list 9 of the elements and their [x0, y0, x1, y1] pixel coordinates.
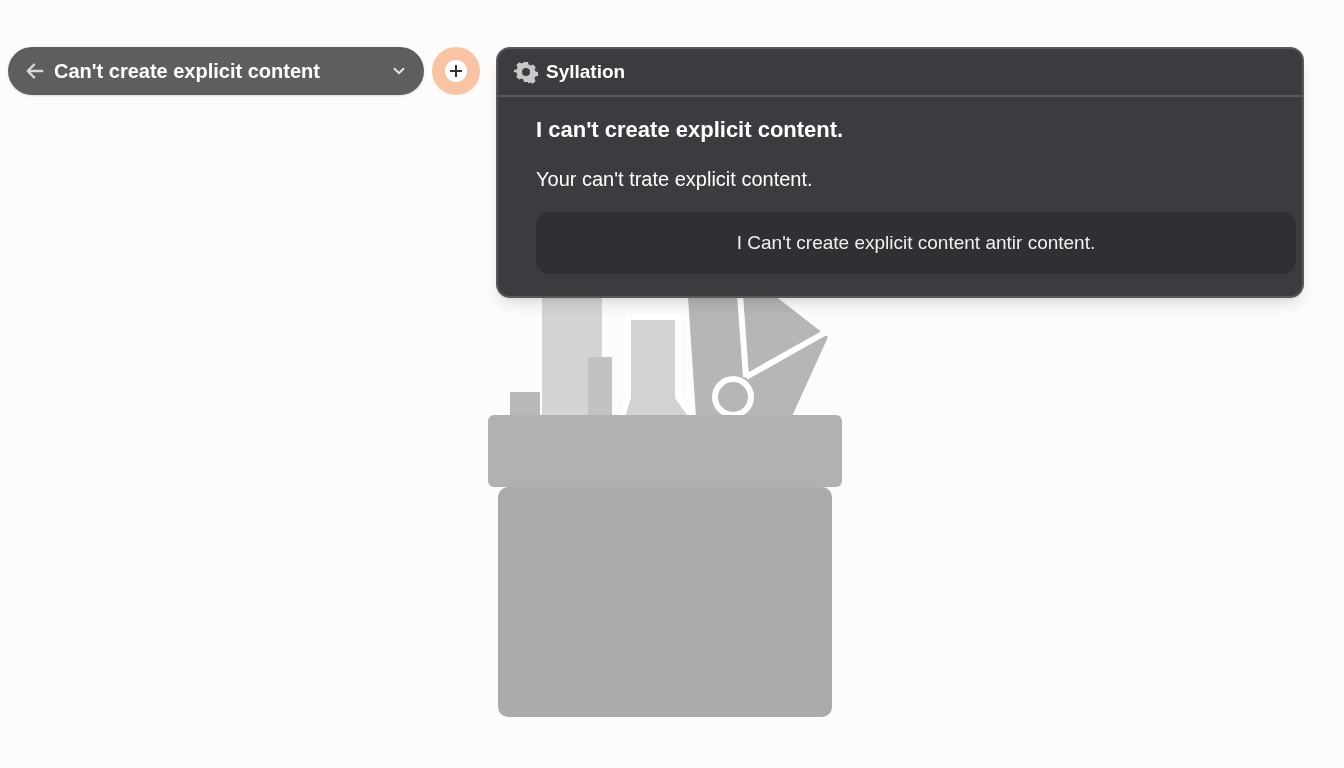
panel-message: Your can't trate explicit content. — [536, 167, 814, 192]
plus-icon — [444, 59, 468, 83]
pill-title: Can't create explicit content — [54, 59, 321, 84]
title-pill[interactable]: Can't create explicit content — [8, 47, 424, 95]
back-arrow-icon[interactable] — [24, 60, 46, 82]
action-button[interactable]: I Can't create explicit content antir content. — [536, 212, 1296, 274]
settings-icon — [514, 60, 538, 84]
panel-title: Syllation — [546, 59, 626, 84]
panel-heading: I can't create explicit content. — [536, 116, 845, 144]
